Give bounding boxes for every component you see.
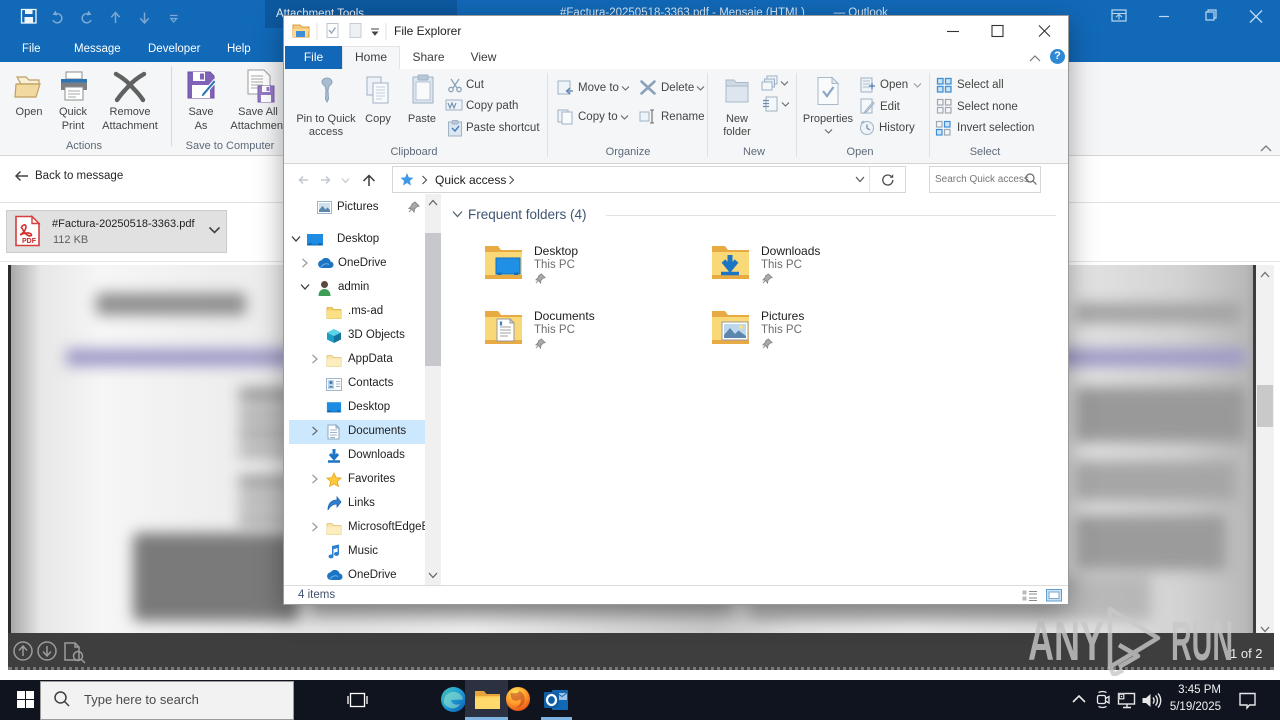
svg-text:RUN: RUN — [1171, 609, 1233, 672]
svg-text:ANY: ANY — [1028, 609, 1104, 672]
svg-text:PDF: PDF — [22, 238, 37, 245]
